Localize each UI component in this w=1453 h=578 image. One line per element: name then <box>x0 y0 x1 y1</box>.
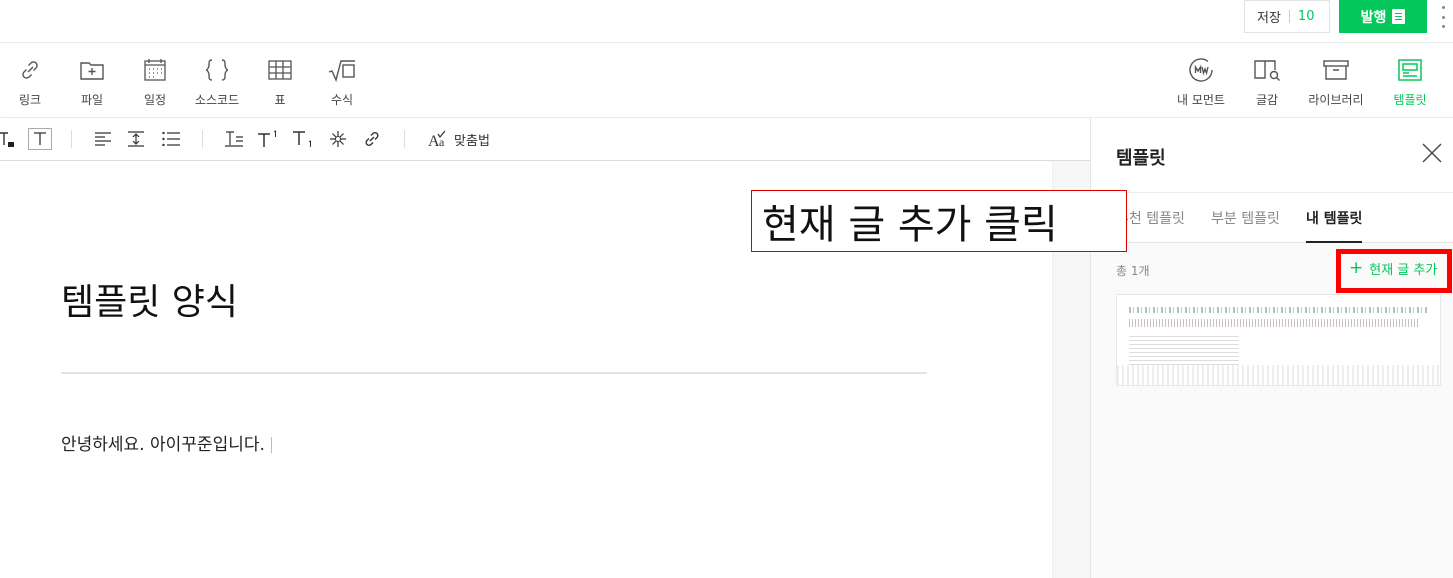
insert-formula-label: 수식 <box>330 93 354 107</box>
insert-code-label: 소스코드 <box>194 93 240 107</box>
library-icon <box>1323 60 1349 80</box>
draft-count[interactable]: 10 <box>1298 9 1315 24</box>
format-toolbar: Aa 맞춤법 <box>0 118 1090 161</box>
insert-link-label: 링크 <box>18 93 42 107</box>
subscript-icon <box>293 131 311 147</box>
insert-code-button[interactable]: 소스코드 <box>187 56 247 108</box>
tab-partial-templates[interactable]: 부분 템플릿 <box>1211 208 1280 243</box>
close-icon[interactable] <box>1421 142 1443 164</box>
text-color-icon <box>0 132 14 147</box>
thumbnail-preview <box>1129 335 1239 365</box>
spell-check-label: 맞춤법 <box>454 133 490 149</box>
moment-icon <box>1189 58 1213 82</box>
text-background-button[interactable] <box>28 128 52 150</box>
library-button[interactable]: 라이브러리 <box>1306 56 1366 108</box>
thumbnail-preview <box>1129 307 1429 313</box>
post-title[interactable]: 템플릿 양식 <box>61 273 238 325</box>
library-label: 라이브러리 <box>1308 93 1364 107</box>
insert-schedule-label: 일정 <box>143 93 167 107</box>
title-divider <box>61 372 927 374</box>
special-char-icon <box>330 131 346 147</box>
special-char-button[interactable] <box>328 128 348 150</box>
list-button[interactable] <box>161 128 181 150</box>
template-label: 템플릿 <box>1393 93 1427 107</box>
material-button[interactable]: 글감 <box>1237 56 1297 108</box>
my-moment-button[interactable]: 내 모먼트 <box>1171 56 1231 108</box>
template-thumbnail[interactable] <box>1116 294 1441 386</box>
text-color-button[interactable] <box>0 128 16 150</box>
spell-check-icon: Aa <box>428 130 446 148</box>
line-height-button[interactable] <box>127 128 145 150</box>
thumbnail-preview <box>1117 365 1440 385</box>
file-icon <box>80 62 104 80</box>
template-count: 총 1개 <box>1116 264 1150 278</box>
toolbar-divider <box>202 130 203 148</box>
save-button[interactable]: 저장 10 <box>1244 0 1330 33</box>
strikethrough-icon <box>225 131 243 147</box>
template-button[interactable]: 템플릿 <box>1380 56 1440 108</box>
tab-my-templates[interactable]: 내 템플릿 <box>1306 208 1363 243</box>
superscript-button[interactable] <box>257 128 279 150</box>
publish-label: 발행 <box>1360 9 1387 26</box>
post-body-text: 안녕하세요. 아이꾸준입니다. <box>61 435 265 455</box>
material-label: 글감 <box>1255 93 1279 107</box>
insert-table-label: 표 <box>274 93 286 107</box>
my-moment-label: 내 모먼트 <box>1177 93 1225 107</box>
spell-check-button[interactable]: Aa 맞춤법 <box>422 128 496 150</box>
save-label: 저장 <box>1257 11 1281 26</box>
thumbnail-preview <box>1129 319 1419 327</box>
template-panel: 템플릿 추천 템플릿 부분 템플릿 내 템플릿 총 1개 + 현재 글 추가 <box>1090 118 1453 578</box>
template-tabs: 추천 템플릿 부분 템플릿 내 템플릿 <box>1091 193 1453 243</box>
insert-formula-button[interactable]: 수식 <box>312 56 372 108</box>
subscript-button[interactable] <box>292 128 314 150</box>
save-divider <box>1288 10 1290 23</box>
calendar-icon <box>144 59 166 81</box>
insert-table-button[interactable]: 표 <box>250 56 310 108</box>
highlight-box <box>1336 249 1452 293</box>
top-bar: 저장 10 발행 <box>0 0 1453 43</box>
line-height-icon <box>128 131 144 147</box>
template-icon <box>1398 59 1422 81</box>
strikethrough-button[interactable] <box>224 128 244 150</box>
material-icon <box>1254 60 1280 81</box>
formula-icon <box>328 60 355 83</box>
text-caret <box>270 437 272 453</box>
annotation-caption: 현재 글 추가 클릭 <box>751 190 1127 252</box>
post-body[interactable]: 안녕하세요. 아이꾸준입니다. <box>61 430 272 455</box>
toolbar-divider <box>71 130 72 148</box>
link-icon <box>365 131 379 147</box>
publish-button[interactable]: 발행 <box>1339 0 1427 33</box>
link-format-button[interactable] <box>362 128 382 150</box>
toolbar-divider <box>404 130 405 148</box>
link-icon <box>22 61 38 79</box>
superscript-icon <box>258 130 276 147</box>
align-left-icon <box>95 132 111 146</box>
insert-file-button[interactable]: 파일 <box>62 56 122 108</box>
insert-schedule-button[interactable]: 일정 <box>125 56 185 108</box>
table-icon <box>268 60 292 80</box>
code-icon <box>205 59 229 81</box>
list-icon <box>162 132 180 146</box>
insert-link-button[interactable]: 링크 <box>0 56 60 108</box>
panel-header: 템플릿 <box>1091 118 1453 193</box>
insert-toolbar: 링크 파일 일정 소스코드 표 수식 내 모먼트 글감 라이브러리 템플릿 <box>0 43 1453 118</box>
insert-file-label: 파일 <box>80 93 104 107</box>
more-options-icon[interactable] <box>1438 6 1448 28</box>
panel-title: 템플릿 <box>1116 148 1166 169</box>
annotation-caption-text: 현재 글 추가 클릭 <box>762 202 1058 248</box>
align-button[interactable] <box>94 128 112 150</box>
document-icon <box>1392 9 1406 24</box>
text-background-icon <box>34 132 46 145</box>
